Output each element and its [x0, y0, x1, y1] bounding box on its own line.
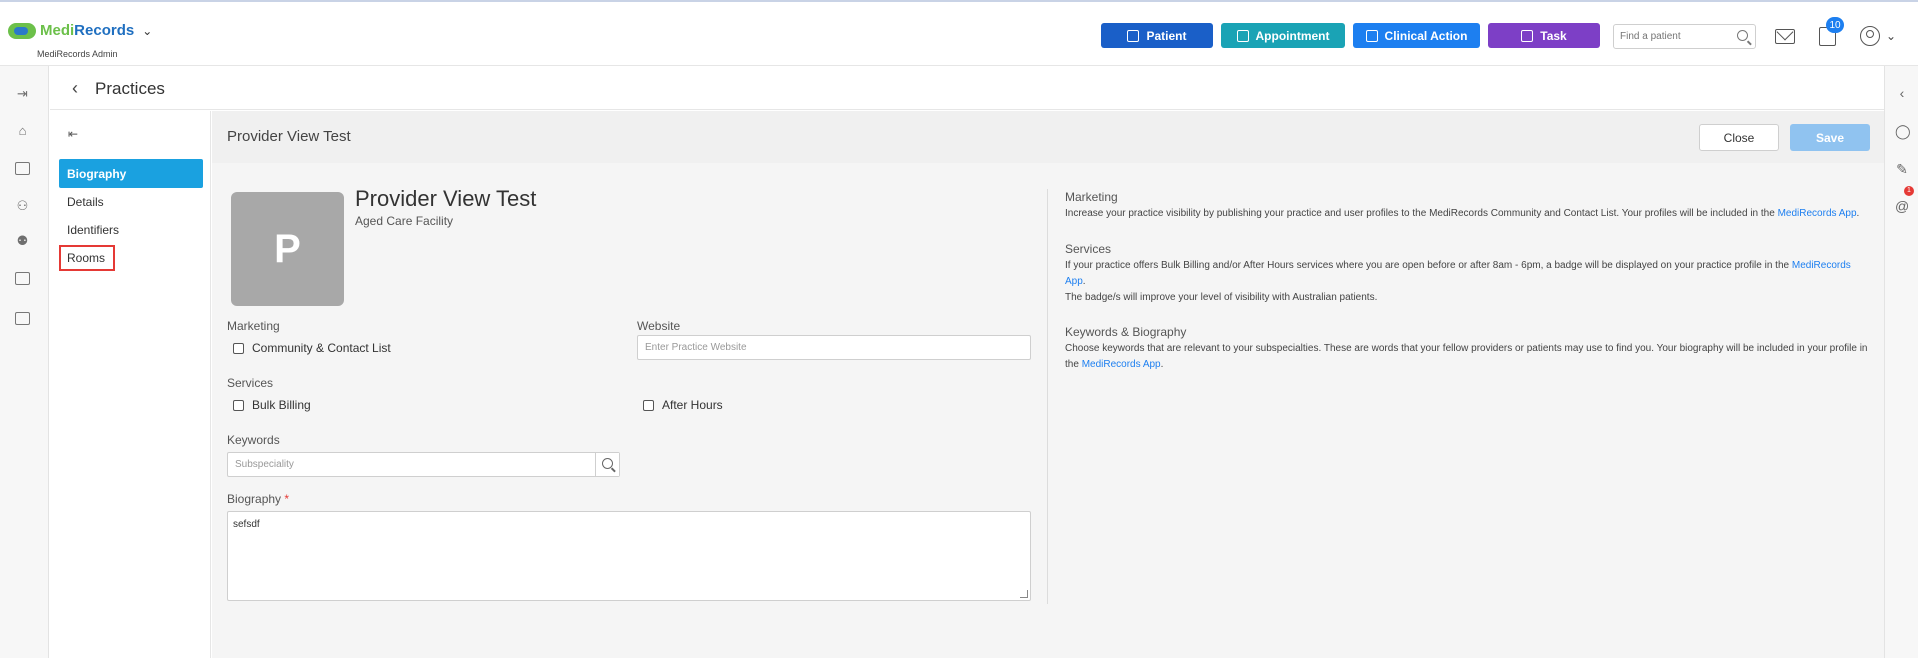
- pin-icon[interactable]: ✎: [1895, 162, 1909, 176]
- clipboard-icon: [1521, 29, 1534, 42]
- keywords-help: Keywords & Biography Choose keywords tha…: [1065, 324, 1873, 373]
- clinical-action-button[interactable]: Clinical Action: [1353, 23, 1480, 48]
- search-icon[interactable]: [1737, 30, 1748, 41]
- after-hours-label: After Hours: [662, 398, 723, 412]
- bulk-billing-checkbox[interactable]: [233, 399, 244, 411]
- community-checkbox[interactable]: [233, 342, 244, 354]
- marketing-help-title: Marketing: [1065, 190, 1118, 204]
- find-patient-search: [1613, 24, 1756, 49]
- patient-button[interactable]: Patient: [1101, 23, 1213, 48]
- nav-item-identifiers[interactable]: Identifiers: [59, 215, 203, 244]
- right-icon-rail: ‹ ◯ 1 ✎ @: [1884, 66, 1918, 658]
- calendar-icon[interactable]: [15, 162, 30, 175]
- services-label: Services: [227, 376, 274, 390]
- appointment-button-label: Appointment: [1255, 28, 1330, 43]
- task-button-label: Task: [1540, 28, 1567, 43]
- appointment-button[interactable]: Appointment: [1221, 23, 1345, 48]
- close-button[interactable]: Close: [1699, 124, 1779, 151]
- community-checkbox-label: Community & Contact List: [252, 341, 391, 355]
- at-sign-icon[interactable]: @: [1895, 199, 1909, 213]
- brand-part1: Medi: [40, 22, 75, 39]
- marketing-help-text-block: Increase your practice visibility by pub…: [1065, 208, 1860, 219]
- services-help-title: Services: [1065, 242, 1112, 256]
- notification-badge: 1: [1904, 186, 1914, 196]
- keywords-app-link[interactable]: MediRecords App: [1082, 359, 1161, 370]
- find-patient-input[interactable]: [1614, 25, 1724, 48]
- person-add-icon: [1127, 29, 1140, 42]
- task-count-badge: 10: [1826, 17, 1844, 33]
- expand-menu-icon[interactable]: ⇥: [15, 87, 30, 100]
- keywords-help-title: Keywords & Biography: [1065, 325, 1187, 339]
- collapse-panel-icon[interactable]: ⇤: [68, 127, 78, 141]
- biography-value: sefsdf: [233, 519, 260, 530]
- calendar-add-icon: [1236, 29, 1249, 42]
- back-chevron-icon[interactable]: ‹: [72, 78, 78, 99]
- website-input[interactable]: Enter Practice Website: [637, 335, 1031, 360]
- website-label: Website: [637, 319, 681, 333]
- logo-icon: [8, 22, 36, 39]
- provider-type: Aged Care Facility: [355, 214, 454, 228]
- folder-icon[interactable]: [15, 272, 30, 285]
- save-button[interactable]: Save: [1790, 124, 1870, 151]
- mail-icon[interactable]: [1775, 29, 1795, 44]
- marketing-app-link[interactable]: MediRecords App: [1778, 208, 1857, 219]
- chevron-down-icon[interactable]: ⌄: [1886, 29, 1896, 43]
- keywords-input[interactable]: Subspeciality: [227, 452, 620, 477]
- briefcase-add-icon: [1365, 29, 1378, 42]
- user-profile-icon[interactable]: [1860, 26, 1880, 46]
- top-bar: Medi Records ⌄ MediRecords Admin Patient…: [0, 0, 1918, 66]
- marketing-help-text: Increase your practice visibility by pub…: [1065, 208, 1775, 219]
- home-icon[interactable]: ⌂: [15, 124, 30, 137]
- form-header: Provider View Test Close Save: [212, 111, 1884, 163]
- provider-name: Provider View Test: [355, 186, 537, 211]
- biography-textarea[interactable]: sefsdf: [227, 511, 1031, 601]
- keywords-label: Keywords: [227, 433, 280, 447]
- chevron-left-icon[interactable]: ‹: [1895, 86, 1909, 100]
- search-icon[interactable]: [595, 453, 619, 476]
- resize-handle[interactable]: [1020, 590, 1028, 598]
- page-title: Practices: [95, 79, 165, 98]
- services-help: Services If your practice offers Bulk Bi…: [1065, 241, 1873, 306]
- task-button[interactable]: Task: [1488, 23, 1600, 48]
- after-hours-checkbox[interactable]: [643, 399, 654, 411]
- chat-icon[interactable]: ◯: [1895, 124, 1911, 138]
- bulk-billing-label: Bulk Billing: [252, 398, 311, 412]
- services-help-text: If your practice offers Bulk Billing and…: [1065, 260, 1790, 271]
- marketing-label: Marketing: [227, 319, 280, 333]
- keywords-help-text-block: Choose keywords that are relevant to you…: [1065, 343, 1868, 370]
- users-icon[interactable]: ⚉: [15, 234, 30, 247]
- folder-export-icon[interactable]: [15, 312, 30, 325]
- vertical-divider: [1047, 189, 1048, 604]
- nav-item-rooms[interactable]: Rooms: [59, 245, 115, 271]
- app-logo[interactable]: Medi Records ⌄: [8, 22, 152, 39]
- keywords-help-text: Choose keywords that are relevant to you…: [1065, 343, 1868, 370]
- section-nav: ⇤ Biography Details Identifiers Rooms: [50, 111, 211, 658]
- page-header: ‹ Practices: [50, 66, 1884, 110]
- clinical-action-button-label: Clinical Action: [1384, 28, 1468, 43]
- nav-item-details[interactable]: Details: [59, 187, 203, 216]
- patient-button-label: Patient: [1146, 28, 1187, 43]
- main-content: Provider View Test Close Save P Provider…: [212, 111, 1884, 658]
- nav-item-biography[interactable]: Biography: [59, 159, 203, 188]
- services-help-text-block: If your practice offers Bulk Billing and…: [1065, 260, 1851, 287]
- marketing-help: Marketing Increase your practice visibil…: [1065, 189, 1873, 222]
- patients-icon[interactable]: ⚇: [15, 199, 30, 212]
- form-title: Provider View Test: [227, 128, 351, 145]
- bulk-billing-checkbox-row[interactable]: Bulk Billing: [233, 398, 311, 412]
- app-subtitle: MediRecords Admin: [37, 49, 118, 59]
- provider-avatar[interactable]: P: [231, 192, 344, 306]
- biography-label-row: Biography *: [227, 492, 289, 506]
- required-indicator: *: [284, 492, 290, 506]
- biography-label: Biography: [227, 492, 282, 506]
- chevron-down-icon[interactable]: ⌄: [142, 24, 152, 38]
- after-hours-checkbox-row[interactable]: After Hours: [643, 398, 723, 412]
- brand-part2: Records: [74, 22, 135, 39]
- left-icon-rail: ⇥ ⌂ ⚇ ⚉: [0, 66, 49, 658]
- services-help-text2: The badge/s will improve your level of v…: [1065, 292, 1378, 303]
- community-checkbox-row[interactable]: Community & Contact List: [233, 341, 391, 355]
